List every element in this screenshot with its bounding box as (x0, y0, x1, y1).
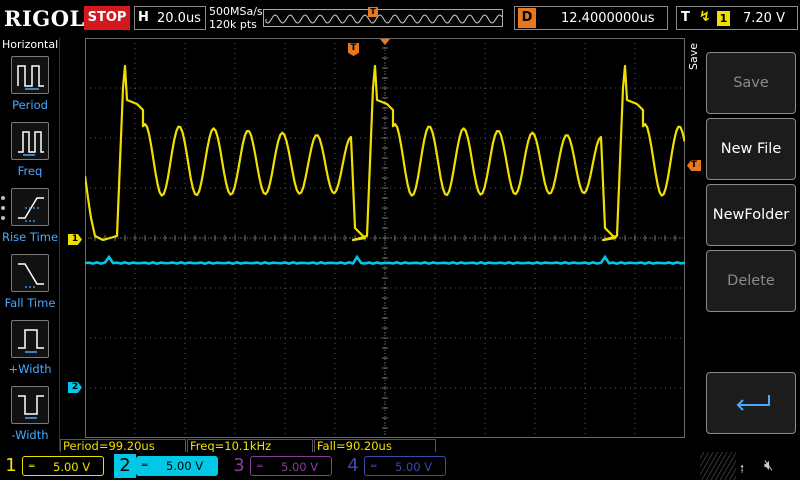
new-folder-button[interactable]: NewFolder (706, 184, 796, 246)
run-stop-indicator[interactable]: STOP (84, 6, 130, 30)
channel-scale-box: ═ 5.00 V (136, 456, 218, 476)
rise-time-icon (11, 188, 49, 226)
trigger-source: 1 (717, 11, 730, 26)
brand-logo: RIGOL (4, 6, 85, 31)
negative-width-icon (11, 386, 49, 424)
speaker-muted-icon[interactable]: 🔇︎ (764, 456, 773, 474)
measurement-fall[interactable]: Fall=90.20us (314, 439, 436, 453)
memory-overview-waveform (265, 14, 503, 24)
graticule (85, 38, 685, 438)
channel-scale: 5.00 V (53, 460, 91, 474)
delete-button[interactable]: Delete (706, 250, 796, 312)
delay-display[interactable]: D 12.4000000us (514, 6, 668, 30)
channel-number: 1 (5, 455, 17, 476)
channel-number: 3 (233, 455, 245, 476)
screen-center-marker (380, 39, 390, 45)
trigger-label: T (681, 10, 690, 25)
menu-title: Save (687, 42, 700, 70)
ch1-offset-marker[interactable]: 1 (68, 234, 82, 245)
return-button[interactable] (706, 372, 796, 434)
timebase-value: 20.0us (157, 11, 201, 26)
positive-width-icon (11, 320, 49, 358)
channel-scale: 5.00 V (281, 460, 319, 474)
status-bar: RIGOL STOP H 20.0us 500MSa/s 120k pts T … (0, 0, 800, 38)
measure-item-fall-time[interactable]: Fall Time (0, 254, 60, 316)
channel-scale: 5.00 V (166, 459, 204, 473)
trigger-level-value: 7.20 V (743, 11, 785, 26)
measure-item-label: Period (12, 98, 48, 112)
measure-item-rise-time[interactable]: Rise Time (0, 188, 60, 250)
decorative-stripes (700, 452, 736, 480)
trigger-level-marker[interactable]: T (687, 160, 701, 171)
measure-item-label: Fall Time (4, 296, 56, 310)
ch2-offset-marker[interactable]: 2 (68, 382, 82, 393)
measure-item-label: Freq (17, 164, 43, 178)
trigger-position-overview-marker: T (368, 7, 378, 17)
timebase-display[interactable]: H 20.0us (134, 6, 206, 30)
fall-time-icon (11, 254, 49, 292)
sample-rate: 500MSa/s (209, 5, 263, 18)
memory-depth: 120k pts (209, 18, 257, 31)
dc-coupling-icon: ═ (257, 462, 263, 472)
channel-number: 2 (114, 454, 136, 478)
usb-icon: ⭫ (740, 462, 745, 476)
frequency-icon (11, 122, 49, 160)
dc-coupling-icon: ═ (29, 462, 35, 472)
channel-scale-box: ═ 5.00 V (250, 456, 332, 476)
horizontal-label: H (138, 10, 149, 25)
measure-category[interactable]: Horizontal (2, 38, 58, 51)
measure-item-label: -Width (11, 428, 49, 442)
memory-overview-bar[interactable] (263, 9, 503, 27)
acquisition-info: 500MSa/s 120k pts (209, 5, 263, 31)
trigger-display[interactable]: T ↯ 1 7.20 V (676, 6, 798, 30)
channel-scale-box: ═ 5.00 V (364, 456, 446, 476)
channel-bar: 1 ═ 5.00 V 2 ═ 5.00 V 3 ═ 5.00 V 4 ═ 5.0… (0, 452, 800, 480)
channel-scale-box: ═ 5.00 V (22, 456, 104, 476)
measure-menu: Horizontal Period Freq Rise Time Fall Ti… (0, 38, 60, 451)
rising-edge-icon: ↯ (699, 9, 711, 25)
measure-item-negative-width[interactable]: -Width (0, 386, 60, 448)
channel-scale: 5.00 V (395, 460, 433, 474)
measurement-freq[interactable]: Freq=10.1kHz (187, 439, 313, 453)
waveform-display[interactable] (85, 38, 685, 438)
measurement-period[interactable]: Period=99.20us (60, 439, 186, 453)
measure-item-freq[interactable]: Freq (0, 122, 60, 184)
measure-item-label: Rise Time (1, 230, 59, 244)
channel-number: 4 (347, 455, 359, 476)
delay-value: 12.4000000us (561, 11, 655, 26)
save-button[interactable]: Save (706, 52, 796, 114)
measure-item-period[interactable]: Period (0, 56, 60, 118)
measure-item-label: +Width (8, 362, 52, 376)
dc-coupling-icon: ═ (371, 462, 377, 472)
delay-label: D (518, 8, 536, 28)
period-icon (11, 56, 49, 94)
return-icon (736, 395, 770, 411)
new-file-button[interactable]: New File (706, 118, 796, 180)
dc-coupling-icon: ═ (142, 461, 148, 471)
measure-item-positive-width[interactable]: +Width (0, 320, 60, 382)
